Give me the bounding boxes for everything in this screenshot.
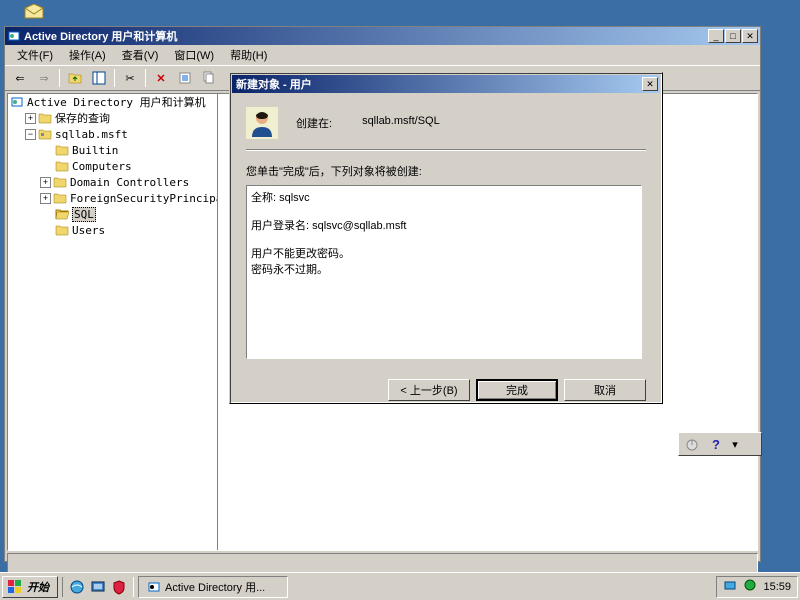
folder-icon <box>55 223 69 237</box>
close-button[interactable]: ✕ <box>742 29 758 43</box>
forward-button[interactable]: ⇒ <box>33 67 55 89</box>
fullname-label: 全称: <box>251 192 276 204</box>
user-avatar-icon <box>246 107 278 139</box>
pw-never-expires: 密码永不过期。 <box>251 262 637 278</box>
maximize-button[interactable]: □ <box>725 29 741 43</box>
tree-node-dc[interactable]: Domain Controllers <box>70 176 189 189</box>
desktop-mail-icon[interactable] <box>24 4 44 20</box>
taskbar-task[interactable]: Active Directory 用... <box>138 576 288 598</box>
show-tree-button[interactable] <box>88 67 110 89</box>
system-tray: 15:59 <box>716 576 798 598</box>
folder-icon <box>55 143 69 157</box>
refresh-button[interactable] <box>198 67 220 89</box>
cut-button[interactable]: ✂ <box>119 67 141 89</box>
dropdown-icon[interactable]: ▾ <box>729 434 741 454</box>
tree-toggle-fsp[interactable]: + <box>40 193 51 204</box>
tree-pane[interactable]: Active Directory 用户和计算机 + 保存的查询 − sqllab.m… <box>8 94 218 550</box>
created-in-value: sqllab.msft/SQL <box>362 115 440 131</box>
delete-button[interactable]: ✕ <box>150 67 172 89</box>
back-button[interactable]: < 上一步(B) <box>388 379 470 401</box>
menu-window[interactable]: 窗口(W) <box>166 45 222 65</box>
menu-file[interactable]: 文件(F) <box>9 45 61 65</box>
logon-label: 用户登录名: <box>251 220 309 232</box>
start-label: 开始 <box>27 579 49 595</box>
properties-button[interactable] <box>174 67 196 89</box>
tree-node-sql[interactable]: SQL <box>72 207 96 222</box>
tree-root[interactable]: Active Directory 用户和计算机 <box>27 94 206 110</box>
tree-node-builtin[interactable]: Builtin <box>72 144 118 157</box>
statusbar <box>7 553 758 573</box>
taskbar: 开始 Active Directory 用... 15:59 <box>0 572 800 600</box>
logon-value: sqlsvc@sqllab.msft <box>312 220 406 232</box>
dialog-titlebar: 新建对象 - 用户 ✕ <box>232 75 660 93</box>
ql-security-icon[interactable] <box>109 577 129 597</box>
tree-toggle-queries[interactable]: + <box>25 113 36 124</box>
menu-help[interactable]: 帮助(H) <box>222 45 275 65</box>
created-in-label: 创建在: <box>296 115 332 131</box>
finish-button[interactable]: 完成 <box>476 379 558 401</box>
windows-flag-icon <box>7 579 23 595</box>
back-button[interactable]: ⇐ <box>9 67 31 89</box>
dialog-title: 新建对象 - 用户 <box>234 76 642 92</box>
app-icon <box>7 29 21 43</box>
tree-root-icon <box>10 95 24 109</box>
fullname-value: sqlsvc <box>279 192 310 204</box>
ql-desktop-icon[interactable] <box>88 577 108 597</box>
start-button[interactable]: 开始 <box>2 576 58 598</box>
new-object-dialog: 新建对象 - 用户 ✕ 创建在: sqllab.msft/SQL 您单击"完成"… <box>229 72 663 404</box>
menubar: 文件(F) 操作(A) 查看(V) 窗口(W) 帮助(H) <box>5 45 760 65</box>
main-titlebar: Active Directory 用户和计算机 _ □ ✕ <box>5 27 760 45</box>
tree-node-fsp[interactable]: ForeignSecurityPrincipals <box>70 192 218 205</box>
cancel-button[interactable]: 取消 <box>564 379 646 401</box>
tray-icon-1[interactable] <box>723 578 737 595</box>
dialog-instruction: 您单击"完成"后，下列对象将被创建: <box>246 163 646 179</box>
main-title: Active Directory 用户和计算机 <box>24 28 708 44</box>
task-label: Active Directory 用... <box>165 579 265 595</box>
help-icon[interactable]: ? <box>705 434 727 454</box>
mini-toolbar: ? ▾ <box>678 432 762 456</box>
minimize-button[interactable]: _ <box>708 29 724 43</box>
mouse-icon[interactable] <box>681 434 703 454</box>
details-box[interactable]: 全称: sqlsvc 用户登录名: sqlsvc@sqllab.msft 用户不… <box>246 185 642 359</box>
menu-action[interactable]: 操作(A) <box>61 45 114 65</box>
tray-clock[interactable]: 15:59 <box>763 581 791 593</box>
quick-launch <box>62 577 134 597</box>
tree-toggle-dc[interactable]: + <box>40 177 51 188</box>
tree-node-users[interactable]: Users <box>72 224 105 237</box>
tree-domain[interactable]: sqllab.msft <box>55 128 128 141</box>
domain-icon <box>38 127 52 141</box>
folder-open-icon <box>55 207 69 221</box>
folder-icon <box>53 175 67 189</box>
tray-icon-2[interactable] <box>743 578 757 595</box>
cannot-change-pw: 用户不能更改密码。 <box>251 246 637 262</box>
menu-view[interactable]: 查看(V) <box>114 45 167 65</box>
dialog-close-button[interactable]: ✕ <box>642 77 658 91</box>
folder-icon <box>53 191 67 205</box>
tree-node-computers[interactable]: Computers <box>72 160 132 173</box>
tree-saved-queries[interactable]: 保存的查询 <box>55 110 110 126</box>
task-icon <box>147 580 161 594</box>
up-button[interactable] <box>64 67 86 89</box>
ql-ie-icon[interactable] <box>67 577 87 597</box>
tree-toggle-domain[interactable]: − <box>25 129 36 140</box>
folder-icon <box>38 111 52 125</box>
folder-icon <box>55 159 69 173</box>
